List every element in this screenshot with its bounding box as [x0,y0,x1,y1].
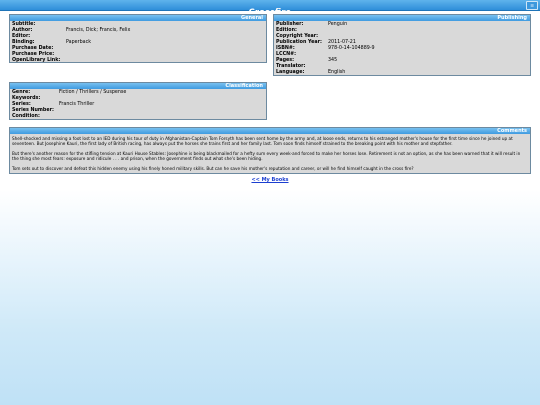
classification-fields: Genre: Fiction / Thrillers / Suspense Key… [10,89,266,120]
field-label: OpenLibrary Link: [12,58,61,63]
field-value[interactable] [66,58,264,64]
my-books-link[interactable]: << My Books [0,177,540,183]
comment-paragraph: But there's another reason for the stifl… [12,150,521,162]
field-language: Language: English [276,70,528,76]
comment-paragraph: Shell-shocked and missing a foot lost to… [12,136,513,147]
field-value: English [328,70,346,75]
field-label: Language: [276,70,305,75]
general-panel: General Subtitle: Author: Francis, Dick; … [9,14,267,63]
field-condition: Condition: [12,114,264,120]
title-bar: Crossfire ☰ [0,0,540,18]
field-label: Condition: [12,114,40,119]
classification-panel: Classification Genre: Fiction / Thrillers… [9,82,267,120]
field-value [59,114,264,120]
publishing-fields: Publisher: Penguin Edition: Copyright Yea… [274,21,530,76]
comments-text: Shell-shocked and missing a foot lost to… [10,134,530,177]
comments-panel: Comments Shell-shocked and missing a foo… [9,127,531,174]
field-openlibrary-link: OpenLibrary Link: [12,58,264,64]
comment-paragraph: Tom sets out to discover and defeat this… [12,165,414,171]
publishing-panel: Publishing Publisher: Penguin Edition: Co… [273,14,531,76]
menu-icon[interactable]: ☰ [526,1,538,10]
general-fields: Subtitle: Author: Francis, Dick; Francis,… [10,21,266,64]
